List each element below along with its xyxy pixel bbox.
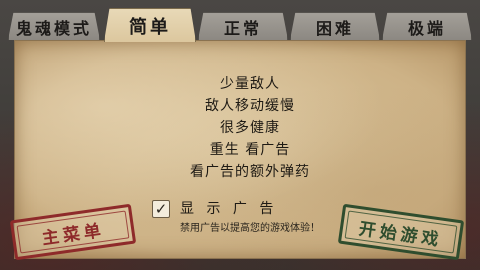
checkmark-icon: ✓ (154, 199, 168, 218)
tab-hard[interactable]: 困难 (290, 12, 380, 40)
difficulty-tabs: 鬼魂模式 简单 正常 困难 极端 (8, 8, 472, 42)
tab-ghost-mode[interactable]: 鬼魂模式 (8, 12, 100, 40)
ads-note: 禁用广告以提高您的游戏体验！ (180, 223, 320, 234)
feature-item: 少量敌人 (220, 76, 280, 92)
feature-item: 重生 看广告 (209, 142, 291, 158)
feature-item: 看广告的额外弹药 (190, 164, 310, 180)
show-ads-checkbox[interactable]: ✓ (152, 200, 170, 218)
tab-easy[interactable]: 简单 (104, 8, 196, 42)
tab-extreme[interactable]: 极端 (382, 12, 472, 40)
start-game-label: 开始游戏 (357, 218, 444, 251)
feature-item: 很多健康 (220, 120, 280, 136)
feature-item: 敌人移动缓慢 (205, 98, 295, 114)
difficulty-feature-list: 少量敌人 敌人移动缓慢 很多健康 重生 看广告 看广告的额外弹药 (150, 73, 350, 183)
main-menu-label: 主菜单 (40, 220, 106, 249)
show-ads-label: 显 示 广 告 (180, 201, 278, 217)
tab-normal[interactable]: 正常 (198, 12, 288, 40)
